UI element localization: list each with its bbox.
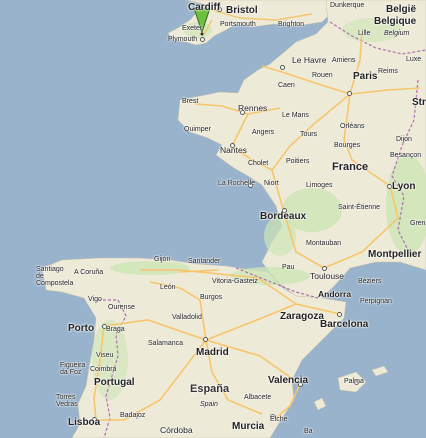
label-torres: Torres Vedras [56, 394, 78, 408]
label-beziers: Béziers [358, 278, 382, 285]
label-cholet: Cholet [248, 160, 269, 167]
label-besancon: Besançon [390, 152, 422, 159]
label-le-havre: Le Havre [292, 55, 327, 65]
label-spain: Spain [200, 401, 218, 408]
label-quimper: Quimper [184, 126, 211, 133]
land-ibiza [313, 397, 327, 411]
label-ba: Ba [304, 428, 313, 435]
label-vitoria: Vitoria-Gasteiz [212, 278, 258, 285]
label-dijon: Dijon [396, 136, 412, 143]
land-menorca [371, 365, 389, 377]
label-pau: Pau [282, 264, 295, 271]
city-dot [337, 312, 342, 317]
label-portugal: Portugal [94, 377, 135, 388]
label-amiens: Amiens [332, 57, 356, 64]
label-dunkerque: Dunkerque [330, 2, 365, 9]
city-dot [280, 65, 285, 70]
label-valencia: Valencia [268, 375, 309, 386]
label-rennes: Rennes [238, 103, 268, 113]
label-lyon: Lyon [392, 181, 416, 192]
label-belgie: België [386, 4, 417, 15]
label-ourense: Ourense [108, 304, 135, 311]
label-rouen: Rouen [312, 72, 333, 79]
label-gren: Gren [410, 220, 426, 227]
label-angers: Angers [252, 129, 275, 136]
label-vigo: Vigo [88, 296, 102, 303]
label-braga: Braga [106, 326, 125, 333]
label-tours: Tours [300, 131, 318, 138]
label-portsmouth: Portsmouth [220, 21, 256, 28]
label-porto: Porto [68, 323, 95, 334]
label-limoges: Limoges [306, 182, 333, 189]
label-cardiff: Cardiff [188, 2, 221, 13]
label-belgium: Belgium [384, 30, 410, 37]
label-la-rochelle: La Rochelle [218, 180, 255, 187]
green-cantabria [110, 261, 190, 275]
label-a-coruna: A Coruña [74, 269, 104, 276]
label-brest: Brest [182, 98, 199, 105]
label-barcelona: Barcelona [320, 319, 369, 330]
label-bristol: Bristol [226, 5, 258, 16]
label-poitiers: Poitiers [286, 158, 310, 165]
label-caen: Caen [278, 82, 295, 89]
label-france: France [332, 161, 369, 173]
label-belgique: Belgique [374, 16, 417, 27]
map-view[interactable]: Cardiff Bristol Dunkerque België Belgiqu… [0, 0, 426, 438]
label-le-mans: Le Mans [282, 112, 309, 119]
label-reims: Reims [378, 68, 398, 75]
label-coimbra: Coimbra [90, 366, 117, 373]
label-burgos: Burgos [200, 294, 223, 301]
label-montauban: Montauban [306, 240, 342, 247]
label-cordoba: Córdoba [160, 425, 193, 435]
city-dot [347, 91, 352, 96]
label-toulouse: Toulouse [310, 271, 345, 281]
label-andorra: Andorra [318, 289, 352, 299]
label-espana: España [190, 383, 230, 395]
label-plymouth: Plymouth [168, 36, 198, 43]
city-dot [203, 337, 208, 342]
label-badajoz: Badajoz [120, 412, 146, 419]
label-luxe: Luxe [406, 56, 422, 63]
label-str: Str [412, 97, 426, 108]
label-lille: Lille [358, 30, 371, 37]
label-exeter: Exeter [182, 25, 203, 32]
label-orleans: Orléans [340, 123, 365, 130]
label-montpellier: Montpellier [368, 249, 422, 260]
label-perpignan: Perpignan [360, 298, 392, 305]
label-paris: Paris [353, 71, 378, 82]
label-madrid: Madrid [196, 347, 229, 358]
label-salamanca: Salamanca [148, 340, 184, 347]
label-brighton: Brighton [278, 21, 305, 28]
label-murcia: Murcia [232, 421, 265, 432]
label-zaragoza: Zaragoza [280, 311, 324, 322]
label-niort: Niort [264, 180, 279, 187]
label-bourges: Bourges [334, 142, 361, 149]
label-palma: Palma [344, 378, 364, 385]
label-valladolid: Valladolid [172, 314, 202, 321]
city-dot [200, 37, 205, 42]
label-nantes: Nantes [220, 145, 247, 155]
label-elche: Elche [270, 416, 288, 423]
label-santander: Santander [188, 258, 221, 265]
label-lisboa: Lisboa [68, 417, 101, 428]
label-gijon: Gijón [154, 256, 171, 263]
label-albacete: Albacete [244, 394, 272, 401]
label-figueira: Figueira da Foz [60, 362, 86, 376]
label-viseu: Viseu [96, 352, 114, 359]
label-santiago: Santiago de Compostela [36, 266, 74, 287]
label-bordeaux: Bordeaux [260, 211, 307, 222]
label-leon: León [160, 284, 176, 291]
label-saint-etienne: Saint-Étienne [338, 204, 381, 211]
